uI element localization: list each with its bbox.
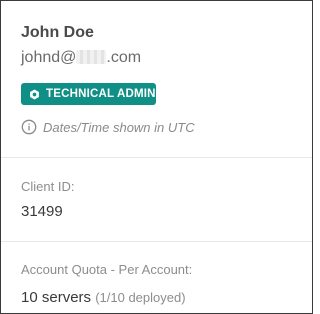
email-redaction [76,50,107,64]
timezone-note-text: Dates/Time shown in UTC [43,119,195,135]
role-badge-label: TECHNICAL ADMIN [46,88,156,100]
account-quota-value: 10 servers (1/10 deployed) [21,289,186,306]
client-id-label: Client ID: [21,179,75,194]
hexagon-icon [30,88,39,100]
email-prefix: johnd@ [21,49,77,66]
user-email: johnd@ .com [21,49,141,67]
divider [1,157,312,158]
client-id-value: 31499 [21,203,63,220]
timezone-note: Dates/Time shown in UTC [21,119,195,135]
quota-deployed: (1/10 deployed) [95,290,186,305]
role-badge: TECHNICAL ADMIN [21,83,156,105]
user-name: John Doe [21,24,94,41]
divider [1,241,312,242]
email-suffix: .com [106,49,142,66]
account-info-panel: John Doe johnd@ .com TECHNICAL ADMIN Date… [0,0,313,314]
info-icon [21,119,37,135]
user-section: John Doe johnd@ .com TECHNICAL ADMIN Date… [1,1,312,157]
account-quota-label: Account Quota - Per Account: [21,262,193,277]
quota-servers: 10 servers [21,289,92,306]
